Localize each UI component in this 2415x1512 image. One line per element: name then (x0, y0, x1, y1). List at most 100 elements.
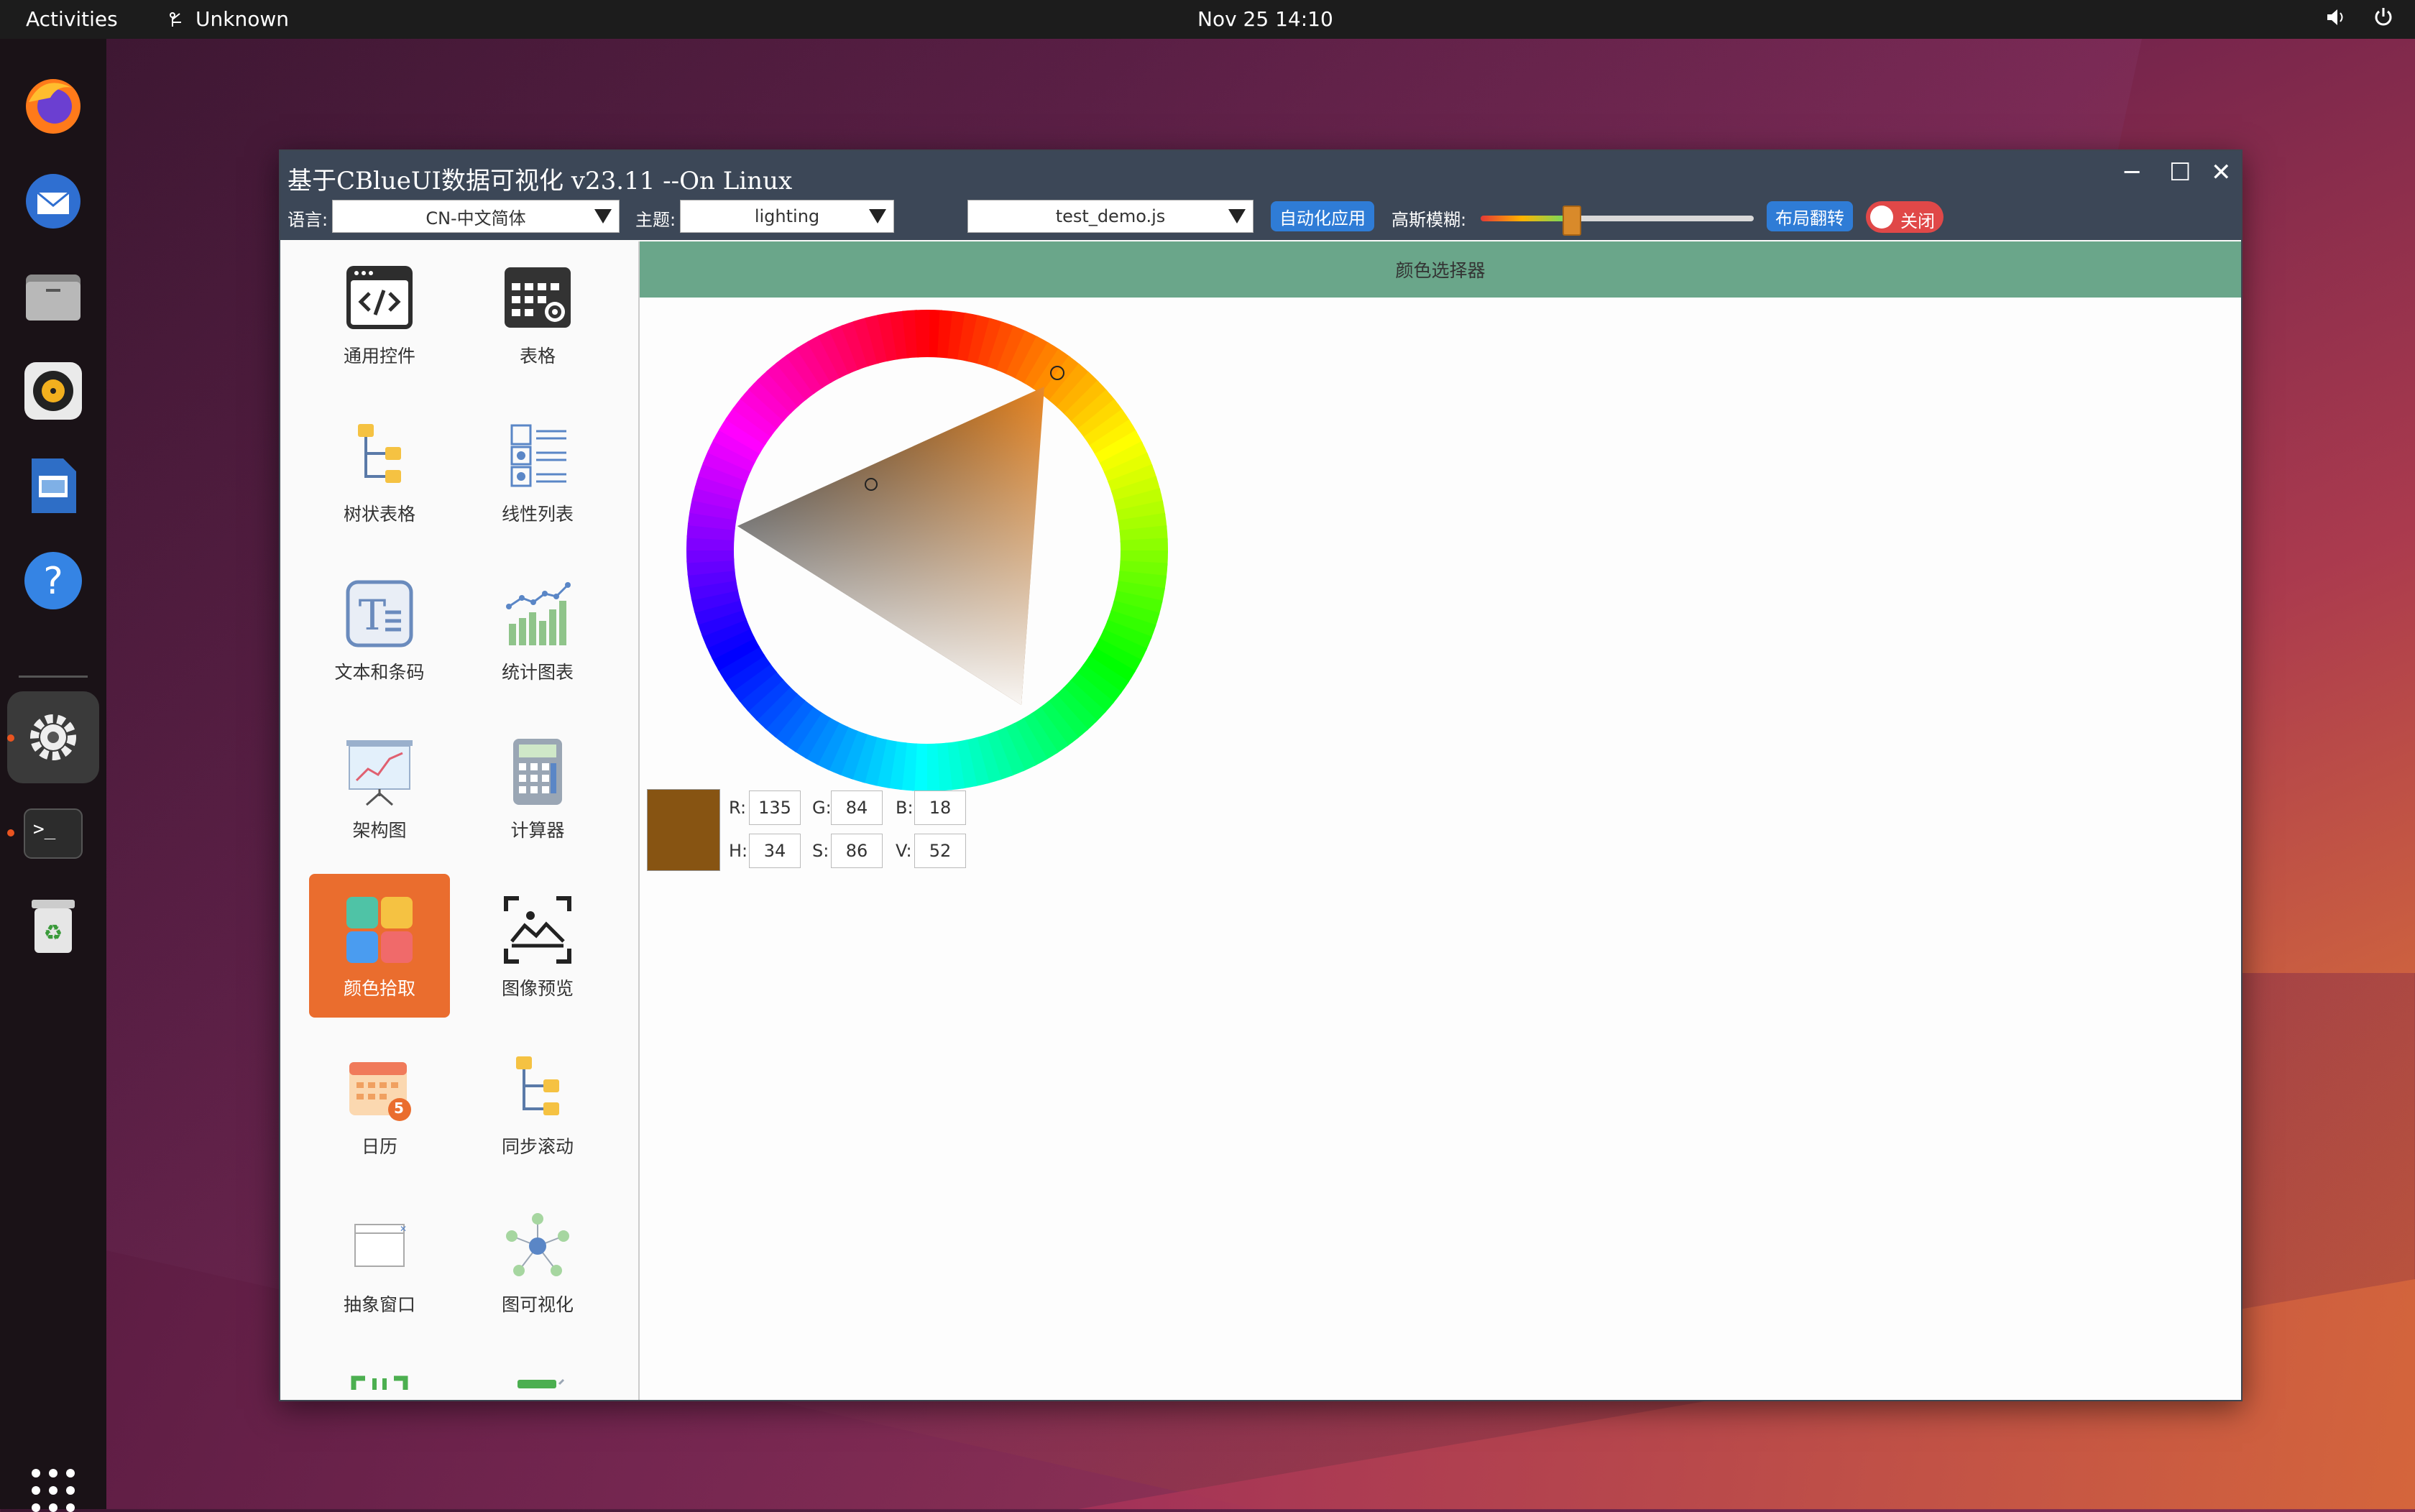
v-label: V: (896, 841, 912, 861)
g-field[interactable]: 84 (831, 790, 883, 825)
toolbar: 语言: CN-中文简体 主题: lighting test_demo.js 自动… (288, 198, 2228, 234)
sidebar-item-label: 文本和条码 (334, 658, 424, 684)
sidebar-item-architecture[interactable]: 架构图 (309, 716, 450, 859)
sidebar: 通用控件 表格 树状表格 线性列表 T 文本和条码 统计图表 架构图 计算 (280, 241, 640, 1400)
sidebar-item-text-barcode[interactable]: T 文本和条码 (309, 558, 450, 701)
sidebar-item-abstract-window[interactable]: ✕ 抽象窗口 (309, 1190, 450, 1334)
dock-separator (19, 676, 88, 678)
clock[interactable]: Nov 25 14:10 (1197, 7, 1333, 31)
app-name: Unknown (196, 7, 289, 31)
bar-chart-icon (502, 578, 574, 650)
files-icon[interactable] (19, 262, 88, 331)
code-window-icon (344, 262, 415, 333)
barcode-frame-icon (344, 1368, 415, 1400)
triangle-white-overlay (737, 387, 1044, 705)
running-indicator (7, 829, 14, 836)
language-label: 语言: (288, 206, 328, 231)
svg-text:>_: >_ (33, 819, 56, 840)
color-picker-icon (344, 894, 415, 966)
presentation-chart-icon (344, 736, 415, 808)
sidebar-item-calculator[interactable]: 计算器 (467, 716, 608, 859)
script-select[interactable]: test_demo.js (967, 200, 1254, 233)
minimize-icon[interactable]: ─ (2125, 158, 2139, 187)
s-label: S: (812, 841, 829, 861)
b-field[interactable]: 18 (914, 790, 966, 825)
trash-icon[interactable]: ♻ (19, 891, 88, 960)
s-field[interactable]: 86 (831, 834, 883, 868)
settings-icon[interactable] (7, 691, 99, 783)
sidebar-item-label: 图可视化 (502, 1291, 574, 1317)
layout-flip-button[interactable]: 布局翻转 (1767, 201, 1853, 231)
linear-list-icon (502, 420, 574, 492)
terminal-icon[interactable]: >_ (19, 799, 88, 868)
sidebar-item-linear-list[interactable]: 线性列表 (467, 400, 608, 543)
r-field[interactable]: 135 (749, 790, 801, 825)
chevron-down-icon (1228, 209, 1246, 223)
svg-text:?: ? (43, 560, 63, 603)
v-field[interactable]: 52 (914, 834, 966, 868)
blur-slider-handle[interactable] (1563, 206, 1581, 236)
sidebar-item-general-controls[interactable]: 通用控件 (309, 241, 450, 385)
sidebar-item-label: 图像预览 (502, 974, 574, 1000)
rhythmbox-icon[interactable] (19, 356, 88, 425)
theme-value: lighting (755, 206, 819, 226)
b-label: B: (896, 798, 914, 818)
window-title: 基于CBlueUI数据可视化 v23.11 --On Linux (288, 161, 792, 196)
toggle-switch[interactable]: 关闭 (1866, 201, 1944, 233)
sidebar-item-graph-visualization[interactable]: 图可视化 (467, 1190, 608, 1334)
sidebar-item-label: 架构图 (352, 816, 406, 842)
sidebar-item-label: 抽象窗口 (344, 1291, 415, 1317)
firefox-icon[interactable] (19, 70, 88, 139)
auto-apply-button[interactable]: 自动化应用 (1271, 201, 1374, 231)
writer-icon[interactable] (19, 451, 88, 520)
image-preview-icon (502, 894, 574, 966)
power-icon[interactable] (2372, 6, 2395, 29)
graph-icon (502, 1210, 574, 1282)
tree-table-icon (344, 420, 415, 492)
chevron-down-icon (594, 209, 612, 223)
toggle-label: 关闭 (1900, 207, 1935, 232)
sidebar-item-statistics-chart[interactable]: 统计图表 (467, 558, 608, 701)
color-wheel[interactable] (683, 306, 1172, 795)
r-label: R: (729, 798, 746, 818)
sidebar-item-partial[interactable] (309, 1348, 450, 1400)
sidebar-item-calendar[interactable]: 5 日历 (309, 1032, 450, 1176)
sidebar-item-sync-scroll[interactable]: 同步滚动 (467, 1032, 608, 1176)
sidebar-item-tree-table[interactable]: 树状表格 (309, 400, 450, 543)
theme-select[interactable]: lighting (680, 200, 894, 233)
help-icon[interactable]: ? (19, 546, 88, 615)
main-content: 颜色选择器 R: 135 G: 84 B: 18 (640, 241, 2241, 1400)
svg-text:T: T (359, 591, 387, 640)
blur-label: 高斯模糊: (1392, 206, 1466, 231)
partial-icon (502, 1368, 574, 1400)
sidebar-item-color-picker[interactable]: 颜色拾取 (309, 874, 450, 1018)
dock: ? >_ ♻ (0, 39, 106, 1509)
toggle-knob (1870, 206, 1893, 229)
abstract-window-icon: ✕ (344, 1210, 415, 1282)
sidebar-item-label: 计算器 (510, 816, 564, 842)
h-label: H: (729, 841, 748, 861)
blur-slider[interactable] (1481, 216, 1754, 221)
show-apps-icon[interactable] (32, 1469, 75, 1512)
sidebar-item-label: 通用控件 (344, 342, 415, 368)
sidebar-item-image-preview[interactable]: 图像预览 (467, 874, 608, 1018)
activities-button[interactable]: Activities (26, 7, 118, 31)
language-value: CN-中文简体 (426, 204, 525, 229)
color-preview-swatch (647, 789, 720, 871)
title-bar: 基于CBlueUI数据可视化 v23.11 --On Linux ─ ☐ ✕ 语… (280, 151, 2241, 240)
system-tray[interactable] (2324, 6, 2395, 29)
sidebar-item-partial[interactable] (467, 1348, 608, 1400)
sidebar-item-label: 颜色拾取 (344, 974, 415, 1000)
maximize-icon[interactable]: ☐ (2169, 158, 2191, 187)
table-gear-icon (502, 262, 574, 333)
h-field[interactable]: 34 (749, 834, 801, 868)
sidebar-item-table[interactable]: 表格 (467, 241, 608, 385)
volume-icon[interactable] (2324, 6, 2347, 29)
close-icon[interactable]: ✕ (2211, 158, 2232, 187)
thunderbird-icon[interactable] (19, 167, 88, 236)
g-label: G: (812, 798, 832, 818)
calendar-icon (344, 1052, 415, 1124)
script-value: test_demo.js (1056, 206, 1166, 226)
app-menu[interactable]: Unknown (167, 7, 289, 31)
language-select[interactable]: CN-中文简体 (332, 200, 620, 233)
